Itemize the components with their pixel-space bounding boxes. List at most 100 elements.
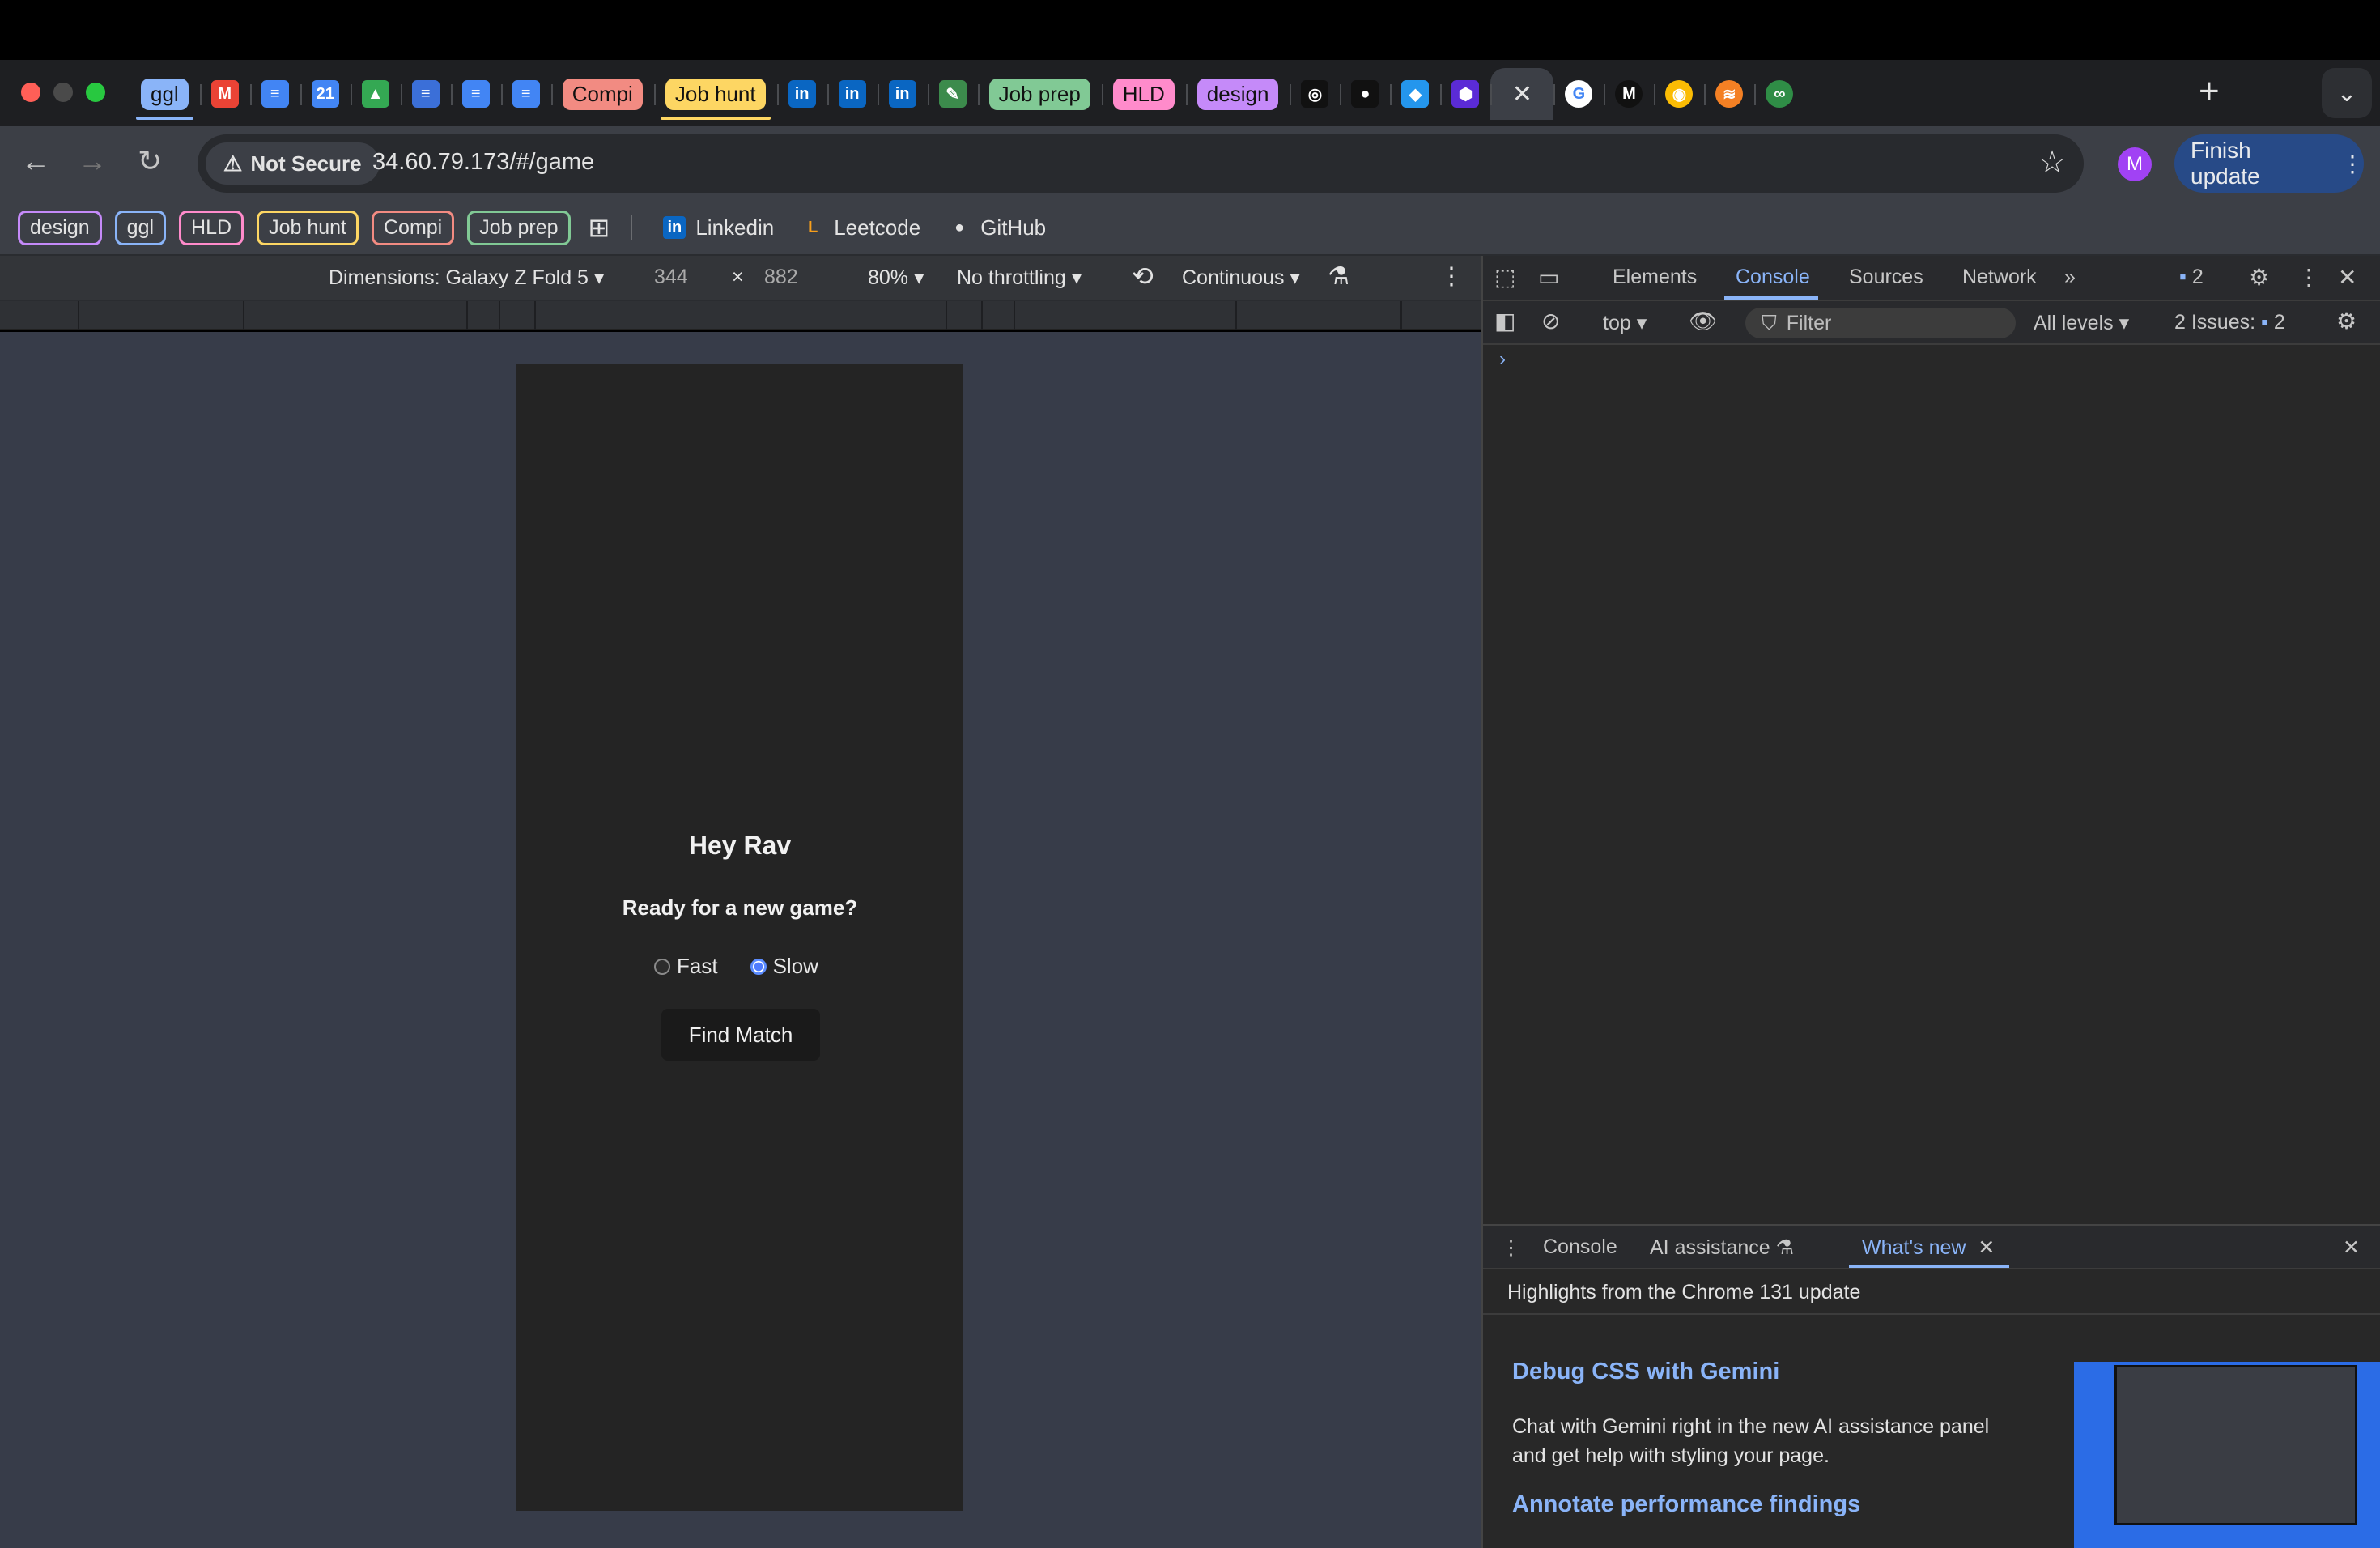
tab-docker[interactable]: ◆ xyxy=(1390,68,1440,120)
new-tab-button[interactable]: + xyxy=(2199,71,2220,112)
tab-group-ggl[interactable]: ggl xyxy=(130,68,200,120)
radio-fast[interactable]: Fast xyxy=(654,954,718,979)
console-settings-icon[interactable]: ⚙ xyxy=(2336,308,2357,334)
drawer-tab-ai-assistance[interactable]: AI assistance ⚗ xyxy=(1650,1235,1794,1260)
tab-gmail[interactable]: M xyxy=(199,68,250,120)
tab-linkedin[interactable]: in xyxy=(776,68,827,120)
tab-geeksforgeeks[interactable]: ∞ xyxy=(1754,68,1804,120)
drawer-more-icon[interactable]: ⋮ xyxy=(1501,1235,1521,1260)
bookmark-group-design[interactable]: design xyxy=(18,210,102,245)
bookmark-group-hld[interactable]: HLD xyxy=(179,210,244,245)
radio-slow-circle[interactable] xyxy=(750,958,767,975)
bookmark-group-job-hunt[interactable]: Job hunt xyxy=(257,210,359,245)
finish-update-label: Finish update xyxy=(2191,138,2260,189)
bookmark-leetcode[interactable]: L Leetcode xyxy=(801,215,920,240)
tab-github[interactable]: ● xyxy=(1340,68,1390,120)
tab-docs[interactable]: ≡ xyxy=(500,68,551,120)
tab-network[interactable]: Network xyxy=(1962,266,2037,289)
flask-icon: ⚗ xyxy=(1775,1236,1795,1259)
tab-linkedin[interactable]: in xyxy=(827,68,878,120)
devtools-more-icon[interactable]: ⋮ xyxy=(2297,264,2320,291)
forward-button[interactable]: → xyxy=(78,144,107,178)
apps-grid-icon[interactable]: ⊞ xyxy=(589,212,610,243)
device-height-input[interactable]: 882 xyxy=(764,266,798,289)
more-tabs-icon[interactable]: » xyxy=(2064,266,2076,289)
tab-reader[interactable]: ≡ xyxy=(400,68,451,120)
console-prompt[interactable]: › xyxy=(1499,348,1506,371)
close-drawer-icon[interactable]: ✕ xyxy=(2343,1235,2360,1260)
tab-docs[interactable]: ≡ xyxy=(450,68,501,120)
feature-thumbnail xyxy=(2074,1362,2380,1548)
mode-select[interactable]: Continuous ▾ xyxy=(1182,266,1300,290)
tab-group-job-prep[interactable]: Job prep xyxy=(977,68,1102,120)
device-more-icon[interactable]: ⋮ xyxy=(1439,262,1464,291)
tab-group-hld[interactable]: HLD xyxy=(1101,68,1186,120)
zoom-window-button[interactable] xyxy=(86,83,105,102)
filter-input[interactable]: ⛉ Filter xyxy=(1745,308,2016,338)
radio-fast-circle[interactable] xyxy=(654,958,670,975)
tab-elements[interactable]: Elements xyxy=(1613,266,1697,289)
feature-title-annotate[interactable]: Annotate performance findings xyxy=(1512,1491,1860,1518)
security-chip[interactable]: ⚠ Not Secure xyxy=(206,142,380,185)
tab-drive[interactable]: ▲ xyxy=(350,68,401,120)
zoom-select[interactable]: 80% ▾ xyxy=(868,266,924,290)
close-tab-icon[interactable]: ✕ xyxy=(1978,1236,1995,1259)
radio-slow[interactable]: Slow xyxy=(750,954,818,979)
url-text[interactable]: 34.60.79.173/#/game xyxy=(372,149,594,176)
tab-openai[interactable]: ◎ xyxy=(1290,68,1340,120)
active-tab-indicator xyxy=(1724,296,1818,300)
feature-title-gemini[interactable]: Debug CSS with Gemini xyxy=(1512,1359,1779,1385)
tab-group-label: Job hunt xyxy=(665,78,766,110)
inspect-element-icon[interactable]: ⬚ xyxy=(1494,264,1515,291)
levels-select[interactable]: All levels ▾ xyxy=(2034,311,2129,335)
tab-linkedin[interactable]: in xyxy=(877,68,928,120)
drawer-tab-console[interactable]: Console xyxy=(1543,1235,1617,1259)
tab-google[interactable]: G xyxy=(1553,68,1604,120)
bookmark-group-compi[interactable]: Compi xyxy=(371,210,455,245)
tab-group-design[interactable]: design xyxy=(1185,68,1290,120)
context-select[interactable]: top ▾ xyxy=(1603,311,1647,335)
docker-icon: ◆ xyxy=(1401,80,1430,108)
close-devtools-icon[interactable]: ✕ xyxy=(2338,264,2357,291)
flask-icon[interactable]: ⚗ xyxy=(1328,262,1349,291)
device-width-input[interactable]: 344 xyxy=(654,266,688,289)
close-window-button[interactable] xyxy=(21,83,40,102)
device-toggle-icon[interactable]: ▭ xyxy=(1538,264,1559,291)
tab-medium[interactable]: M xyxy=(1604,68,1654,120)
device-dimensions-select[interactable]: Dimensions: Galaxy Z Fold 5 ▾ xyxy=(329,266,604,290)
throttling-select[interactable]: No throttling ▾ xyxy=(957,266,1082,290)
bookmark-group-job-prep[interactable]: Job prep xyxy=(467,210,571,245)
minimize-window-button[interactable] xyxy=(53,83,73,102)
issues-badge[interactable]: ▪ 2 xyxy=(2179,266,2204,289)
settings-icon[interactable]: ⚙ xyxy=(2249,264,2269,291)
tab-calendar[interactable]: 21 xyxy=(300,68,351,120)
tab-group-job-hunt[interactable]: Job hunt xyxy=(653,68,777,120)
rotate-icon[interactable]: ⟲ xyxy=(1132,261,1154,291)
tab-leaf[interactable]: ✎ xyxy=(927,68,978,120)
bookmark-group-ggl[interactable]: ggl xyxy=(114,210,167,245)
tab-hex[interactable]: ⬢ xyxy=(1440,68,1490,120)
finish-update-button[interactable]: Finish update ⋮ xyxy=(2174,134,2364,193)
tab-stackoverflow[interactable]: ≋ xyxy=(1704,68,1754,120)
eye-icon[interactable]: 👁 xyxy=(1689,308,1718,334)
docs-icon: ≡ xyxy=(512,80,540,108)
tab-group-compi[interactable]: Compi xyxy=(550,68,654,120)
close-tab-icon[interactable]: ✕ xyxy=(1512,80,1532,108)
profile-avatar[interactable]: M xyxy=(2118,147,2152,181)
tab-console[interactable]: Console xyxy=(1736,266,1810,289)
tab-active[interactable]: ✕ xyxy=(1490,68,1554,120)
bookmark-star-icon[interactable]: ☆ xyxy=(2038,144,2066,181)
reload-button[interactable]: ↻ xyxy=(138,144,162,178)
find-match-button[interactable]: Find Match xyxy=(661,1009,820,1061)
drawer-tab-whats-new[interactable]: What's new ✕ xyxy=(1862,1235,1995,1260)
tab-chrome[interactable]: ◉ xyxy=(1654,68,1704,120)
issues-link[interactable]: 2 Issues: ▪ 2 xyxy=(2174,311,2285,334)
bookmark-github[interactable]: ● GitHub xyxy=(948,215,1046,240)
tab-sources[interactable]: Sources xyxy=(1849,266,1923,289)
tab-search-button[interactable]: ⌄ xyxy=(2322,68,2372,118)
clear-console-icon[interactable]: ⊘ xyxy=(1541,308,1560,334)
back-button[interactable]: ← xyxy=(21,144,50,178)
sidebar-toggle-icon[interactable]: ◧ xyxy=(1494,308,1515,334)
tab-docs[interactable]: ≡ xyxy=(249,68,300,120)
bookmark-linkedin[interactable]: in Linkedin xyxy=(663,215,774,240)
